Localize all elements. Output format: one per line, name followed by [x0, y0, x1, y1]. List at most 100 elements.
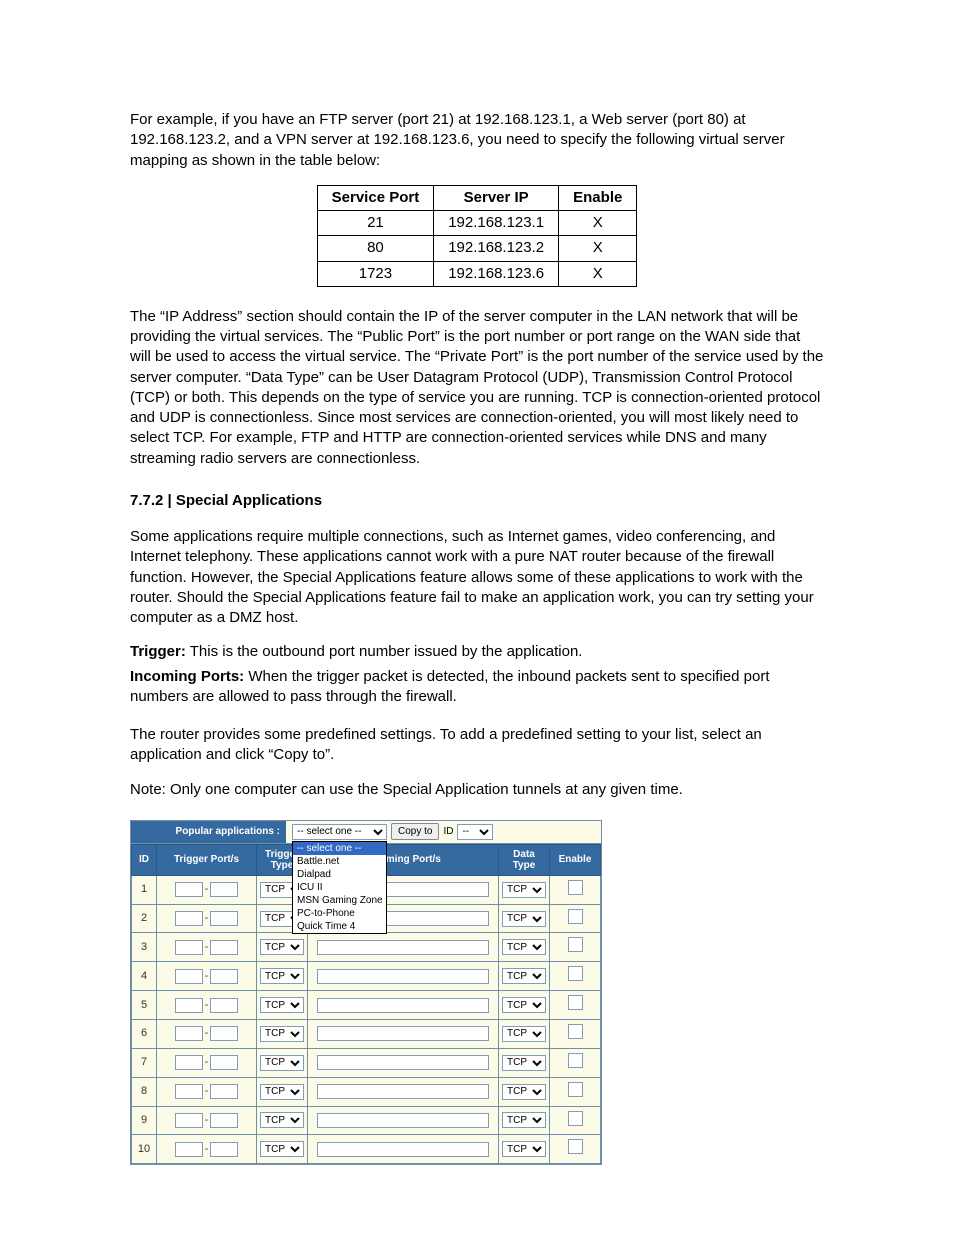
dash: -: [203, 882, 211, 897]
definition-label: Trigger:: [130, 643, 186, 660]
incoming-ports-input[interactable]: [317, 998, 489, 1013]
table-cell: 192.168.123.6: [434, 261, 559, 286]
incoming-ports-input[interactable]: [317, 940, 489, 955]
trigger-port-to-input[interactable]: [210, 882, 238, 897]
enable-checkbox[interactable]: [568, 995, 583, 1010]
data-type-select[interactable]: TCP: [502, 968, 546, 984]
dropdown-option[interactable]: Battle.net: [293, 855, 386, 868]
table-row: 5-TCPTCP: [132, 991, 601, 1020]
enable-checkbox[interactable]: [568, 1139, 583, 1154]
trigger-type-select[interactable]: TCP: [260, 997, 304, 1013]
enable-checkbox[interactable]: [568, 1053, 583, 1068]
trigger-type-select[interactable]: TCP: [260, 1084, 304, 1100]
data-type-select[interactable]: TCP: [502, 939, 546, 955]
enable-checkbox[interactable]: [568, 1082, 583, 1097]
virtual-server-table: Service Port Server IP Enable 21 192.168…: [317, 185, 638, 287]
enable-checkbox[interactable]: [568, 909, 583, 924]
dash: -: [203, 911, 211, 926]
row-id: 10: [132, 1135, 157, 1164]
incoming-ports-input[interactable]: [317, 1142, 489, 1157]
trigger-type-select[interactable]: TCP: [260, 1141, 304, 1157]
trigger-port-from-input[interactable]: [175, 1142, 203, 1157]
table-header: Server IP: [434, 185, 559, 210]
trigger-port-to-input[interactable]: [210, 1055, 238, 1070]
trigger-port-to-input[interactable]: [210, 1026, 238, 1041]
data-type-select[interactable]: TCP: [502, 997, 546, 1013]
trigger-type-select[interactable]: TCP: [260, 968, 304, 984]
trigger-port-from-input[interactable]: [175, 1084, 203, 1099]
table-cell: 21: [317, 211, 434, 236]
table-cell: X: [559, 236, 637, 261]
popular-applications-dropdown[interactable]: -- select one -- Battle.net Dialpad ICU …: [292, 841, 387, 934]
trigger-port-to-input[interactable]: [210, 911, 238, 926]
dropdown-option[interactable]: MSN Gaming Zone: [293, 894, 386, 907]
enable-checkbox[interactable]: [568, 880, 583, 895]
dash: -: [203, 969, 211, 984]
copy-to-id-select[interactable]: --: [457, 824, 493, 840]
table-row: 7-TCPTCP: [132, 1048, 601, 1077]
trigger-port-from-input[interactable]: [175, 998, 203, 1013]
trigger-type-select[interactable]: TCP: [260, 1026, 304, 1042]
incoming-ports-input[interactable]: [317, 1026, 489, 1041]
trigger-port-from-input[interactable]: [175, 882, 203, 897]
table-row: 10-TCPTCP: [132, 1135, 601, 1164]
data-type-select[interactable]: TCP: [502, 882, 546, 898]
table-cell: X: [559, 211, 637, 236]
dash: -: [203, 940, 211, 955]
trigger-port-from-input[interactable]: [175, 911, 203, 926]
table-cell: 1723: [317, 261, 434, 286]
data-type-select[interactable]: TCP: [502, 1112, 546, 1128]
trigger-port-from-input[interactable]: [175, 969, 203, 984]
trigger-port-to-input[interactable]: [210, 1113, 238, 1128]
row-id: 5: [132, 991, 157, 1020]
enable-checkbox[interactable]: [568, 966, 583, 981]
table-cell: 80: [317, 236, 434, 261]
special-applications-panel: Popular applications : -- select one -- …: [130, 820, 602, 1165]
enable-checkbox[interactable]: [568, 937, 583, 952]
trigger-port-from-input[interactable]: [175, 1026, 203, 1041]
enable-checkbox[interactable]: [568, 1024, 583, 1039]
incoming-ports-input[interactable]: [317, 969, 489, 984]
dropdown-option[interactable]: Quick Time 4: [293, 920, 386, 933]
incoming-ports-input[interactable]: [317, 1113, 489, 1128]
table-row: 4-TCPTCP: [132, 962, 601, 991]
trigger-type-select[interactable]: TCP: [260, 1112, 304, 1128]
dropdown-option[interactable]: PC-to-Phone: [293, 907, 386, 920]
data-type-select[interactable]: TCP: [502, 1141, 546, 1157]
data-type-select[interactable]: TCP: [502, 1055, 546, 1071]
table-row: 8-TCPTCP: [132, 1077, 601, 1106]
dash: -: [203, 1055, 211, 1070]
row-id: 2: [132, 904, 157, 933]
dropdown-option[interactable]: Dialpad: [293, 868, 386, 881]
data-type-select[interactable]: TCP: [502, 1084, 546, 1100]
data-type-select[interactable]: TCP: [502, 1026, 546, 1042]
table-header: Service Port: [317, 185, 434, 210]
table-header: Enable: [550, 844, 601, 875]
enable-checkbox[interactable]: [568, 1111, 583, 1126]
trigger-port-from-input[interactable]: [175, 1055, 203, 1070]
incoming-ports-input[interactable]: [317, 1055, 489, 1070]
dash: -: [203, 1113, 211, 1128]
trigger-type-select[interactable]: TCP: [260, 939, 304, 955]
dropdown-option[interactable]: ICU II: [293, 881, 386, 894]
paragraph: The router provides some predefined sett…: [130, 725, 824, 766]
trigger-port-from-input[interactable]: [175, 1113, 203, 1128]
definition-trigger: Trigger: This is the outbound port numbe…: [130, 642, 824, 662]
data-type-select[interactable]: TCP: [502, 911, 546, 927]
trigger-port-to-input[interactable]: [210, 969, 238, 984]
paragraph: The “IP Address” section should contain …: [130, 307, 824, 469]
trigger-port-to-input[interactable]: [210, 940, 238, 955]
popular-applications-select[interactable]: -- select one --: [292, 824, 387, 840]
copy-to-button[interactable]: [391, 823, 439, 840]
section-heading: 7.7.2 | Special Applications: [130, 491, 824, 511]
row-id: 9: [132, 1106, 157, 1135]
table-cell: 192.168.123.2: [434, 236, 559, 261]
trigger-port-to-input[interactable]: [210, 1084, 238, 1099]
dropdown-option[interactable]: -- select one --: [293, 842, 386, 855]
trigger-port-from-input[interactable]: [175, 940, 203, 955]
trigger-port-to-input[interactable]: [210, 998, 238, 1013]
table-cell: X: [559, 261, 637, 286]
incoming-ports-input[interactable]: [317, 1084, 489, 1099]
trigger-port-to-input[interactable]: [210, 1142, 238, 1157]
trigger-type-select[interactable]: TCP: [260, 1055, 304, 1071]
